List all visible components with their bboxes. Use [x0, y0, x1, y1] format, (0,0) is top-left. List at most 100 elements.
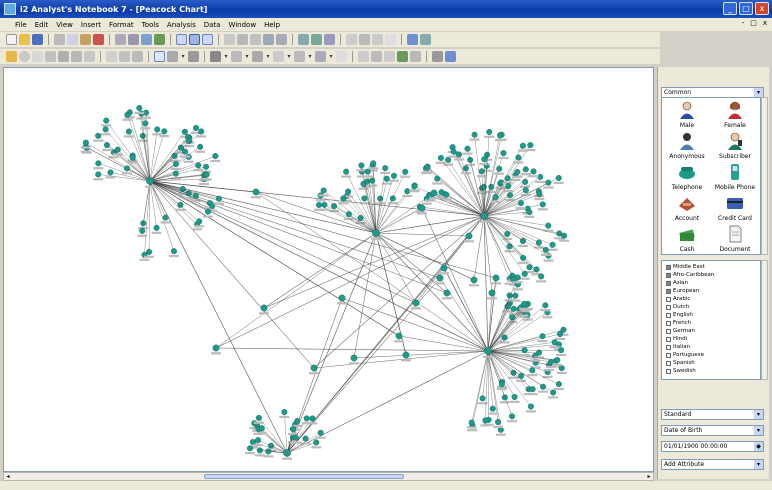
entity-icon[interactable] — [372, 34, 383, 45]
entity-node[interactable] — [466, 419, 477, 429]
entity-node[interactable] — [151, 224, 162, 234]
entity-node[interactable] — [137, 227, 148, 237]
entity-node[interactable] — [159, 128, 170, 138]
table-icon[interactable] — [132, 51, 143, 62]
attribute-list-item[interactable]: Italian — [666, 343, 760, 351]
chevron-down-icon[interactable]: ▾ — [286, 51, 292, 62]
entity-node[interactable] — [134, 105, 145, 115]
properties-icon[interactable] — [410, 51, 421, 62]
link-line[interactable] — [483, 215, 537, 270]
chart-icon[interactable] — [311, 34, 322, 45]
date-field[interactable]: 01/01/1900 00:00:00 ◆ — [661, 441, 764, 452]
layer-icon[interactable] — [315, 51, 326, 62]
pencil-icon[interactable] — [6, 51, 17, 62]
attribute-list-scrollbar[interactable] — [761, 260, 768, 380]
entity-node[interactable] — [251, 188, 261, 199]
attribute-list-item[interactable]: Dutch — [666, 303, 760, 311]
attribute-list-item[interactable]: Afro-Caribbean — [666, 271, 760, 279]
entity-node[interactable] — [487, 289, 497, 300]
entity-node[interactable] — [80, 139, 91, 149]
checkbox[interactable] — [666, 304, 671, 310]
attribute-list-item[interactable]: Asian — [666, 279, 760, 287]
entity-node[interactable] — [300, 435, 311, 445]
arrange-icon[interactable] — [224, 34, 235, 45]
group-icon[interactable] — [263, 34, 274, 45]
box-icon[interactable] — [32, 51, 43, 62]
theme-line-icon[interactable] — [58, 51, 69, 62]
entity-node[interactable] — [537, 201, 548, 211]
entity-node[interactable] — [311, 439, 322, 449]
align-icon[interactable] — [237, 34, 248, 45]
checkbox[interactable] — [666, 272, 671, 278]
entity-node[interactable] — [493, 419, 504, 429]
maximize-button[interactable]: □ — [739, 2, 753, 15]
link-line[interactable] — [375, 232, 489, 352]
chevron-down-icon[interactable]: ▾ — [754, 460, 763, 469]
entity-node[interactable] — [490, 194, 501, 204]
event-frame-icon[interactable] — [84, 51, 95, 62]
link-line[interactable] — [473, 215, 485, 281]
checkbox[interactable] — [666, 368, 671, 374]
entity-node[interactable] — [519, 347, 530, 357]
attribute-list-item[interactable]: Middle East — [666, 263, 760, 271]
entity-node[interactable] — [464, 232, 474, 243]
attribute-list-item[interactable]: French — [666, 319, 760, 327]
scroll-left-icon[interactable]: ◂ — [4, 473, 12, 480]
palette-scrollbar[interactable] — [761, 97, 768, 255]
entity-node[interactable] — [491, 274, 501, 285]
entity-node[interactable] — [279, 409, 290, 419]
settings-icon[interactable] — [432, 51, 443, 62]
entity-node[interactable] — [343, 211, 354, 221]
entity-node[interactable] — [93, 171, 104, 181]
mdi-restore-button[interactable]: □ — [749, 19, 758, 27]
chart-canvas[interactable] — [3, 67, 654, 472]
palette-item-document[interactable]: Document — [712, 225, 758, 253]
entity-node[interactable] — [337, 294, 347, 305]
add-link-icon[interactable] — [188, 51, 199, 62]
entity-node[interactable] — [315, 192, 326, 202]
palette-item-anonymous[interactable]: Anonymous — [664, 132, 710, 160]
link-line[interactable] — [483, 215, 546, 251]
link-line[interactable] — [286, 232, 377, 454]
link-line[interactable] — [415, 215, 485, 304]
entity-node[interactable] — [442, 289, 452, 300]
entity-node[interactable] — [253, 414, 264, 424]
palette-item-account[interactable]: Account — [664, 194, 710, 222]
entity-node[interactable] — [168, 248, 179, 258]
print-icon[interactable] — [115, 34, 126, 45]
entity-node[interactable] — [520, 187, 531, 197]
attribute-list-item[interactable]: European — [666, 287, 760, 295]
link-chart[interactable] — [4, 68, 653, 471]
minimize-button[interactable]: _ — [723, 2, 737, 15]
copy-icon[interactable] — [67, 34, 78, 45]
link-line[interactable] — [483, 215, 510, 279]
entity-node[interactable] — [484, 128, 495, 138]
line-width-icon[interactable] — [252, 51, 263, 62]
checkbox[interactable] — [666, 320, 671, 326]
chevron-down-icon[interactable]: ▾ — [328, 51, 334, 62]
menu-file[interactable]: File — [14, 21, 28, 29]
checkbox[interactable] — [666, 352, 671, 358]
menu-tools[interactable]: Tools — [141, 21, 160, 29]
table-layout-icon[interactable] — [202, 34, 213, 45]
text-icon[interactable] — [358, 51, 369, 62]
attribute-icon[interactable] — [119, 51, 130, 62]
card-icon[interactable] — [106, 51, 117, 62]
link-line[interactable] — [353, 350, 489, 359]
chevron-down-icon[interactable]: ▾ — [754, 88, 763, 97]
entity-node[interactable] — [515, 200, 526, 210]
select-icon[interactable] — [154, 51, 165, 62]
mdi-minimize-button[interactable]: - — [741, 19, 746, 27]
entity-node[interactable] — [525, 403, 536, 413]
entity-node[interactable] — [105, 169, 116, 179]
entity-node[interactable] — [495, 426, 506, 436]
attribute-list-item[interactable]: German — [666, 327, 760, 335]
save-icon[interactable] — [32, 34, 43, 45]
checkbox[interactable] — [666, 288, 671, 294]
chevron-down-icon[interactable]: ▾ — [754, 426, 763, 435]
entity-node[interactable] — [195, 143, 206, 153]
label-icon[interactable] — [45, 51, 56, 62]
palette-item-telephone[interactable]: Telephone — [664, 163, 710, 191]
chevron-down-icon[interactable]: ▾ — [180, 51, 186, 62]
entity-node[interactable] — [504, 243, 515, 253]
